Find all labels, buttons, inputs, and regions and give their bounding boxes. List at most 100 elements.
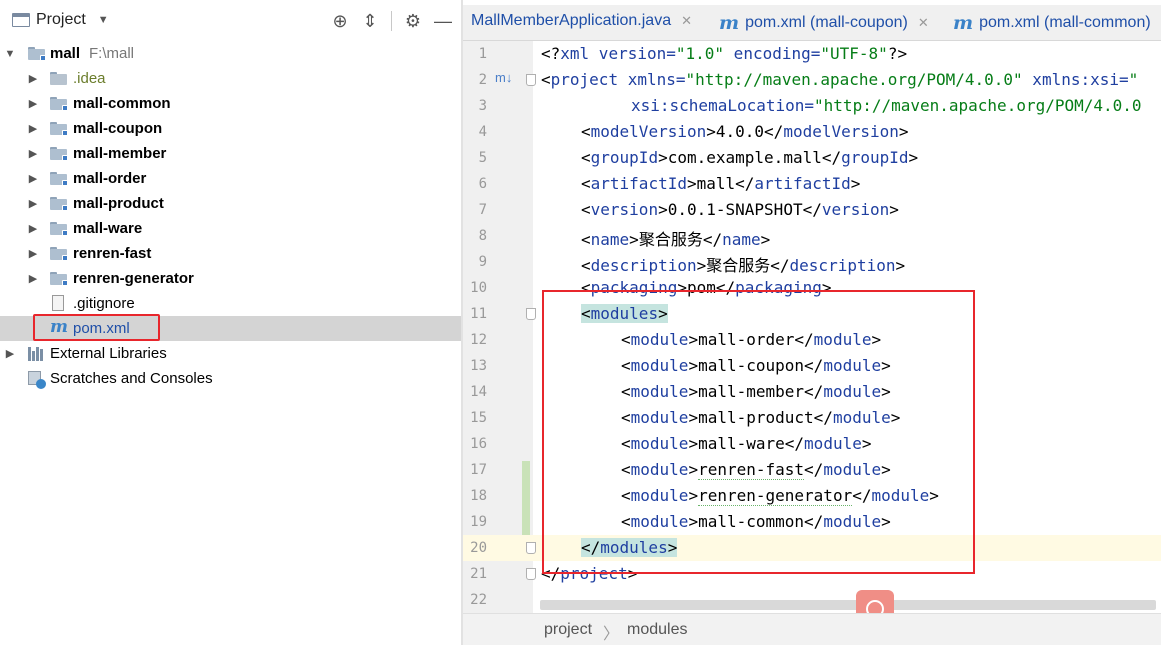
highlight-box-pom-xml	[33, 314, 160, 341]
line-number: 11	[470, 306, 487, 322]
line-number: 17	[470, 462, 487, 478]
breadcrumb-item-project[interactable]: project	[544, 621, 592, 639]
tree-item-label: External Libraries	[50, 345, 167, 362]
collapse-arrow-icon[interactable]: ▶	[27, 272, 39, 285]
tree-item-idea[interactable]: ▶ .idea	[0, 66, 461, 91]
tree-item-label: .idea	[73, 70, 106, 87]
module-folder-icon	[50, 172, 68, 186]
tree-item-label: mall-common	[73, 95, 171, 112]
toolbar-divider	[391, 11, 392, 31]
root-path: F:\mall	[89, 45, 134, 62]
line-number: 6	[478, 176, 487, 192]
editor-tab-bar: MallMemberApplication.java ✕ m pom.xml (…	[463, 5, 1161, 41]
collapse-arrow-icon[interactable]: ▶	[27, 72, 39, 85]
tree-item-label: mall-coupon	[73, 120, 163, 137]
hide-panel-icon[interactable]: —	[428, 8, 458, 34]
horizontal-scrollbar[interactable]	[540, 600, 1156, 610]
tree-item-mall-order[interactable]: ▶ mall-order	[0, 166, 461, 191]
gear-icon[interactable]: ⚙	[398, 8, 428, 34]
line-number: 10	[470, 280, 487, 296]
tree-item-label: mall-ware	[73, 220, 143, 237]
project-view-selector[interactable]: Project ▼	[12, 11, 109, 29]
collapse-arrow-icon[interactable]: ▶	[27, 147, 39, 160]
collapse-all-icon[interactable]: ⇕	[355, 8, 385, 34]
maven-file-icon: m	[719, 12, 740, 34]
tree-item-gitignore[interactable]: .gitignore	[0, 291, 461, 316]
line-number: 3	[478, 98, 487, 114]
code-text: <description>聚合服务</description>	[581, 256, 906, 275]
tab-pom-mall-coupon[interactable]: m pom.xml (mall-coupon) ✕	[719, 12, 929, 34]
tree-root-mall[interactable]: ▼ mall F:\mall	[0, 41, 461, 66]
code-text: <groupId>com.example.mall</groupId>	[581, 148, 919, 167]
tree-item-mall-coupon[interactable]: ▶ mall-coupon	[0, 116, 461, 141]
fold-marker-icon[interactable]	[526, 542, 536, 554]
scratches-icon	[28, 370, 46, 389]
collapse-arrow-icon[interactable]: ▶	[27, 247, 39, 260]
code-line: 5 <groupId>com.example.mall</groupId>	[463, 145, 1161, 171]
tree-item-renren-generator[interactable]: ▶ renren-generator	[0, 266, 461, 291]
code-text: <?xml version="1.0" encoding="UTF-8"?>	[541, 44, 908, 63]
module-folder-icon	[50, 122, 68, 136]
code-line: 8 <name>聚合服务</name>	[463, 223, 1161, 249]
line-number: 14	[470, 384, 487, 400]
locate-file-icon[interactable]: ⊕	[325, 8, 355, 34]
line-number: 19	[470, 514, 487, 530]
module-folder-icon	[50, 147, 68, 161]
line-number: 4	[478, 124, 487, 140]
collapse-arrow-icon[interactable]: ▶	[4, 347, 16, 360]
tree-item-label: renren-fast	[73, 245, 152, 262]
expand-arrow-icon[interactable]: ▼	[4, 48, 16, 60]
line-number: 15	[470, 410, 487, 426]
project-window-icon	[12, 13, 30, 27]
tree-item-external-libraries[interactable]: ▶ External Libraries	[0, 341, 461, 366]
module-folder-icon	[50, 272, 68, 286]
maven-reload-icon[interactable]: m↓	[495, 70, 512, 85]
line-number: 21	[470, 566, 487, 582]
breadcrumb-item-modules[interactable]: modules	[627, 621, 687, 639]
line-number: 20	[470, 540, 487, 556]
code-text: <modelVersion>4.0.0</modelVersion>	[581, 122, 909, 141]
tab-pom-mall-common[interactable]: m pom.xml (mall-common)	[953, 12, 1151, 34]
tree-item-label: mall-member	[73, 145, 167, 162]
root-name: mall	[50, 45, 81, 62]
tree-item-scratches[interactable]: Scratches and Consoles	[0, 366, 461, 391]
tree-item-mall-common[interactable]: ▶ mall-common	[0, 91, 461, 116]
line-number: 18	[470, 488, 487, 504]
collapse-arrow-icon[interactable]: ▶	[27, 172, 39, 185]
tab-mall-member-application[interactable]: MallMemberApplication.java ✕	[471, 12, 692, 30]
folder-icon	[50, 72, 67, 85]
code-line: 1 <?xml version="1.0" encoding="UTF-8"?>	[463, 41, 1161, 67]
tree-item-mall-member[interactable]: ▶ mall-member	[0, 141, 461, 166]
fold-marker-icon[interactable]	[526, 74, 536, 86]
code-text: <project xmlns="http://maven.apache.org/…	[541, 70, 1139, 89]
tree-item-mall-product[interactable]: ▶ mall-product	[0, 191, 461, 216]
collapse-arrow-icon[interactable]: ▶	[27, 222, 39, 235]
code-line: 6 <artifactId>mall</artifactId>	[463, 171, 1161, 197]
code-line: 9 <description>聚合服务</description>	[463, 249, 1161, 275]
module-folder-icon	[50, 197, 68, 211]
code-line: 2 m↓ <project xmlns="http://maven.apache…	[463, 67, 1161, 93]
close-icon[interactable]: ✕	[681, 13, 692, 29]
module-folder-icon	[50, 222, 68, 236]
project-panel-title: Project	[36, 11, 86, 28]
tab-label: pom.xml (mall-common)	[979, 14, 1151, 31]
breadcrumb: project 〉 modules	[463, 613, 1161, 645]
fold-marker-icon[interactable]	[526, 568, 536, 580]
project-panel-header: Project ▼ ⊕ ⇕ ⚙ —	[0, 5, 461, 37]
ignore-file-icon	[52, 295, 64, 311]
fold-marker-icon[interactable]	[526, 308, 536, 320]
tree-item-renren-fast[interactable]: ▶ renren-fast	[0, 241, 461, 266]
maven-file-icon: m	[953, 12, 974, 34]
line-number: 13	[470, 358, 487, 374]
close-icon[interactable]: ✕	[918, 15, 929, 31]
tree-item-mall-ware[interactable]: ▶ mall-ware	[0, 216, 461, 241]
collapse-arrow-icon[interactable]: ▶	[27, 97, 39, 110]
code-text: <name>聚合服务</name>	[581, 230, 771, 249]
module-folder-icon	[50, 97, 68, 111]
collapse-arrow-icon[interactable]: ▶	[27, 122, 39, 135]
line-number: 16	[470, 436, 487, 452]
collapse-arrow-icon[interactable]: ▶	[27, 197, 39, 210]
tree-item-label: Scratches and Consoles	[50, 370, 213, 387]
module-folder-icon	[50, 247, 68, 261]
libraries-icon	[28, 346, 43, 361]
